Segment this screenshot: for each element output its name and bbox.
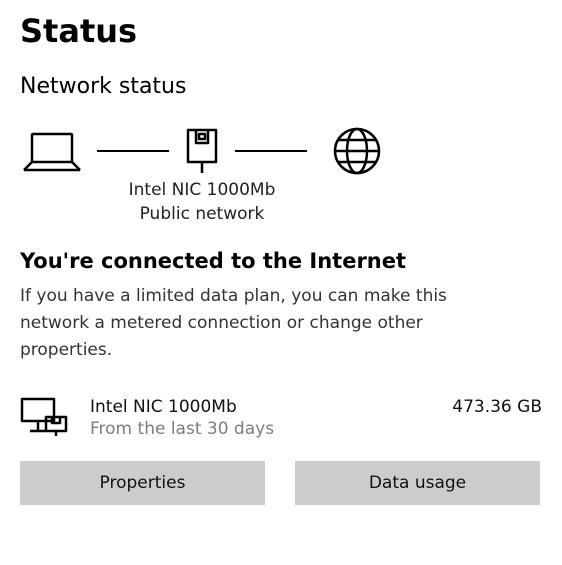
laptop-icon <box>22 130 82 172</box>
page-title: Status <box>20 12 542 50</box>
network-type: Public network <box>62 203 342 227</box>
properties-button[interactable]: Properties <box>20 461 265 505</box>
network-diagram: Intel NIC 1000Mb Public network <box>22 127 542 175</box>
adapter-usage: 473.36 GB <box>452 397 542 417</box>
router-icon <box>184 127 220 175</box>
connection-status-description: If you have a limited data plan, you can… <box>20 283 520 365</box>
button-row: Properties Data usage <box>20 461 542 505</box>
data-usage-button[interactable]: Data usage <box>295 461 540 505</box>
section-title: Network status <box>20 74 542 99</box>
ethernet-adapter-icon <box>20 397 68 437</box>
globe-icon <box>327 127 387 175</box>
connection-status-headline: You're connected to the Internet <box>20 249 542 273</box>
adapter-name: Intel NIC 1000Mb <box>90 397 430 417</box>
adapter-period: From the last 30 days <box>90 419 430 439</box>
adapter-row: Intel NIC 1000Mb From the last 30 days 4… <box>20 397 542 439</box>
connector-line-2 <box>235 150 307 152</box>
connector-line-1 <box>97 150 169 152</box>
router-name: Intel NIC 1000Mb <box>62 179 342 203</box>
